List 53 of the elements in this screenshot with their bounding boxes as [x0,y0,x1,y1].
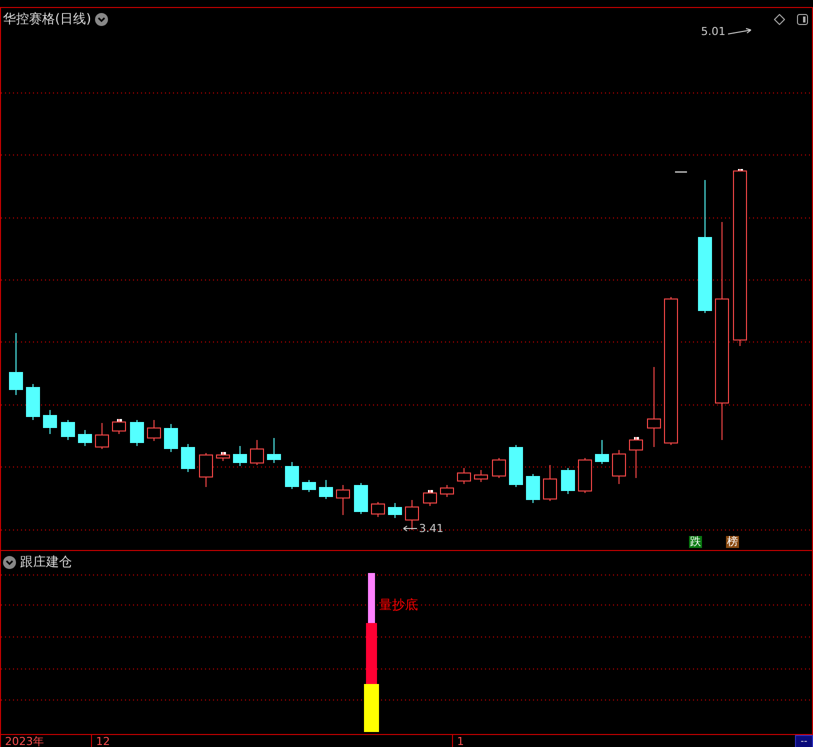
candlestick [181,444,195,472]
candlestick [61,420,75,440]
signal-badge: 榜 [726,536,739,548]
candlestick [543,464,557,502]
dropdown-icon[interactable] [95,12,108,26]
candlestick [423,490,437,506]
candlestick [405,500,419,530]
candlestick [267,438,281,464]
arrow-icon [403,525,417,532]
panel-icon[interactable] [797,14,808,24]
candlestick [336,484,350,516]
candlestick [440,484,454,498]
arrow-icon [728,28,752,36]
candlestick [354,482,368,514]
dropdown-icon[interactable] [3,556,16,568]
candlestick [526,474,540,504]
candlestick [164,424,178,452]
candlestick [371,502,385,518]
axis-label: 12 [91,735,452,747]
candlestick [561,468,575,494]
candlestick [9,332,23,396]
corner-button[interactable]: -- [795,735,813,747]
candlestick [388,502,402,518]
chart-title: 华控赛格(日线) [3,11,92,28]
price-label: 3.41 [419,522,444,535]
candlestick [302,480,316,492]
candlestick [147,420,161,442]
candlestick [492,458,506,478]
candlestick [457,468,471,484]
axis-label: 2023年 [4,735,45,747]
candlestick [130,420,144,446]
candlestick [233,446,247,466]
candlestick [112,418,126,434]
price-label: 5.01 [701,25,726,38]
candlestick [509,444,523,488]
candlestick [285,462,299,490]
candlestick [199,452,213,488]
indicator-title: 跟庄建仓 [20,554,72,571]
signal-badge: 跌 [689,536,702,548]
candlestick [26,384,40,420]
candlestick [78,430,92,446]
candlestick [95,422,109,450]
candlestick [612,450,626,484]
candlestick [474,470,488,482]
diamond-icon[interactable] [774,14,785,24]
candlestick [216,452,230,462]
candlestick [578,458,592,494]
candlestick [595,440,609,464]
candlestick [629,436,643,478]
candlestick [319,480,333,500]
candlestick [43,410,57,434]
candlestick [250,440,264,466]
signal-label: 量抄底 [379,597,418,614]
